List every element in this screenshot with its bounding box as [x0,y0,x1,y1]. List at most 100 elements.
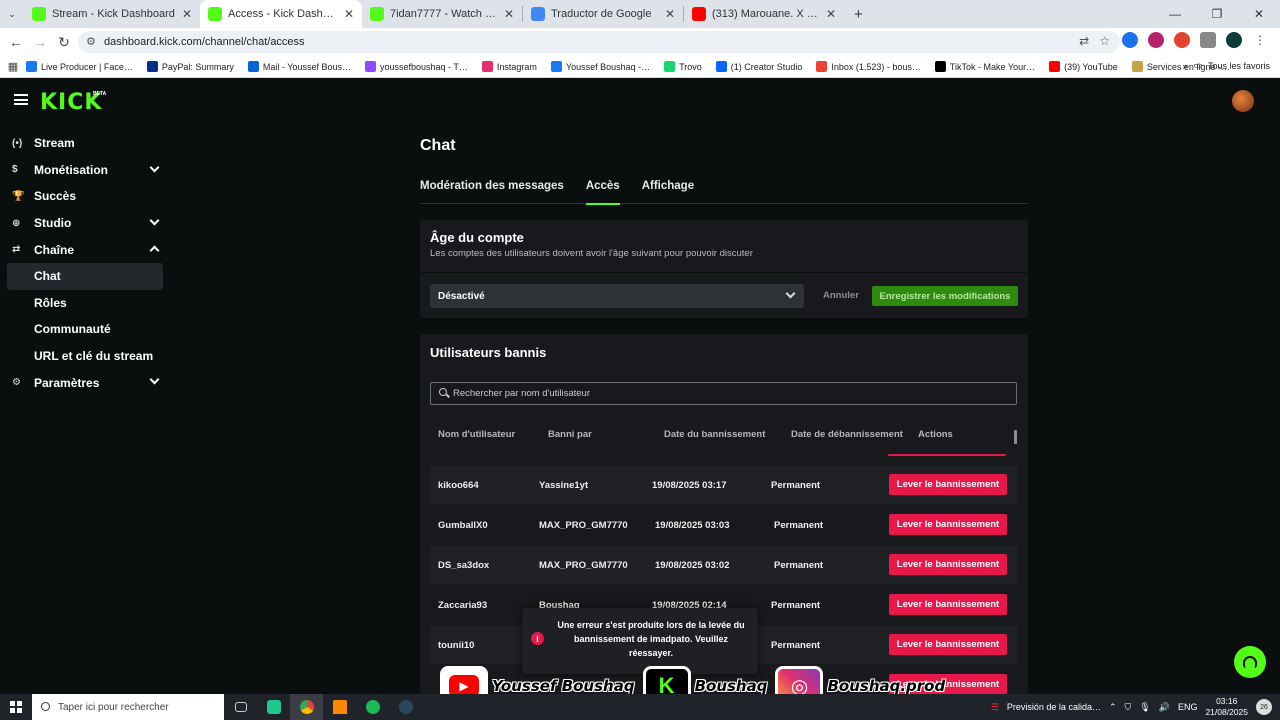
tab-display[interactable]: Affichage [642,180,694,204]
cell-user: Zaccaria93 [438,600,488,611]
unban-button[interactable]: Lever le bannissement [889,594,1007,615]
chevron-up-icon[interactable] [149,245,160,256]
bookmark-item[interactable]: Inbox (1,523) - bous… [816,61,921,72]
back-button[interactable]: ← [4,34,28,50]
sidebar-item-url-et-clé-du-stream[interactable]: URL et clé du stream [0,343,170,370]
sidebar-item-chaîne[interactable]: ⇄ Chaîne [0,236,170,263]
taskbar-search[interactable]: Taper ici pour rechercher [32,694,224,720]
browser-tab[interactable]: Traductor de Google ✕ [523,0,683,28]
forward-button[interactable]: → [28,34,52,50]
minimize-button[interactable]: — [1154,0,1196,28]
close-tab-icon[interactable]: ✕ [826,7,836,21]
apps-grid-icon[interactable]: ▦ [0,60,26,73]
all-bookmarks-link[interactable]: Tous les favoris [1208,61,1270,71]
clock[interactable]: 03:16 21/08/2025 [1205,696,1248,718]
browser-tab[interactable]: 7idan7777 - Watch clips on Kick ✕ [362,0,522,28]
more-bookmarks-icon[interactable]: » [1182,61,1187,71]
bookmark-item[interactable]: PayPal: Summary [146,61,234,72]
menu-dots-icon[interactable]: ⋮ [1252,32,1268,48]
gear-icon: ⚙ [12,377,21,389]
browser-tab[interactable]: Access - Kick Dashboard ✕ [200,0,362,28]
sidebar-item-monétisation[interactable]: $ Monétisation [0,157,170,184]
steam-icon[interactable] [389,694,422,720]
spotify-icon[interactable] [356,694,389,720]
cancel-button[interactable]: Annuler [823,290,859,301]
new-tab-button[interactable]: + [844,0,873,28]
account-age-select[interactable]: Désactivé [430,284,804,308]
unban-button[interactable]: Lever le bannissement [889,514,1007,535]
bookmark-item[interactable]: (1) Creator Studio [715,61,802,72]
sidebar-item-stream[interactable]: (•) Stream [0,130,170,157]
bookmark-item[interactable]: Trovo [664,61,702,72]
cell-unban: Permanent [771,480,821,491]
reload-button[interactable]: ↻ [52,34,76,51]
tab-access[interactable]: Accès [585,180,620,205]
bookmark-item[interactable]: TikTok - Make Your… [934,61,1035,72]
puzzle-icon[interactable] [1200,32,1216,48]
sidebar-item-succès[interactable]: 🏆 Succès [0,183,170,210]
sidebar-item-communauté[interactable]: Communauté [0,316,170,343]
chrome-icon[interactable] [290,694,323,720]
tab-moderation[interactable]: Modération des messages [420,180,564,204]
weather-text[interactable]: Previsión de la calida… [1007,702,1101,712]
chevron-down-icon[interactable] [149,162,160,173]
task-view-icon[interactable] [224,694,257,720]
partial-row-button [888,454,1006,456]
scrollbar[interactable] [1014,430,1017,444]
bookmark-star-icon[interactable]: ☆ [1099,34,1110,48]
browser-tab[interactable]: Stream - Kick Dashboard ✕ [24,0,200,28]
close-tab-icon[interactable]: ✕ [665,7,675,21]
app-icon[interactable] [257,694,290,720]
extension-icon[interactable] [1122,32,1138,48]
bookmark-item[interactable]: (39) YouTube [1049,61,1118,72]
language-indicator[interactable]: ENG [1178,702,1198,712]
security-icon[interactable]: ⛉ [1125,702,1132,713]
tray-chevron-icon[interactable]: ⌃ [1109,702,1117,713]
address-bar[interactable]: ⚙ dashboard.kick.com/channel/chat/access… [78,31,1120,53]
shield-extension-icon[interactable] [1148,32,1164,48]
chevron-down-icon[interactable] [149,215,160,226]
sidebar-item-rôles[interactable]: Rôles [0,290,170,317]
menu-hamburger-icon[interactable] [14,94,28,105]
unban-button[interactable]: Lever le bannissement [889,554,1007,575]
select-value: Désactivé [438,290,485,302]
bookmark-item[interactable]: youssefboushaq - T… [364,61,468,72]
notification-badge[interactable]: 26 [1256,699,1272,715]
bookmark-item[interactable]: Instagram [481,61,537,72]
unban-button[interactable]: Lever le bannissement [889,474,1007,495]
bookmark-item[interactable]: Youssef Boushaq -… [550,61,650,72]
user-avatar[interactable] [1232,90,1254,112]
translate-icon[interactable]: ⇄ [1079,34,1089,48]
close-window-button[interactable]: ✕ [1238,0,1280,28]
vlc-icon[interactable] [323,694,356,720]
channel-icon: ⇄ [12,244,21,256]
sidebar-item-paramètres[interactable]: ⚙ Paramètres [0,369,170,396]
sidebar-item-label: Rôles [34,295,67,310]
microphone-icon[interactable]: 🎙 [1139,702,1150,713]
browser-tab[interactable]: (313) Marouane. X Demon _ W… ✕ [684,0,844,28]
support-headset-button[interactable] [1234,646,1266,678]
bookmark-item[interactable]: Live Producer | Face… [26,61,133,72]
tab-search-button[interactable]: ⌄ [0,0,24,28]
search-input[interactable]: Rechercher par nom d'utilisateur [430,382,1017,405]
sidebar-item-chat[interactable]: Chat [7,262,163,290]
profile-avatar[interactable] [1226,32,1242,48]
close-tab-icon[interactable]: ✕ [182,7,192,21]
start-button[interactable] [0,701,32,713]
kick-icon [370,7,384,21]
save-button[interactable]: Enregistrer les modifications [872,286,1018,306]
extension-icon[interactable] [1174,32,1190,48]
bookmark-favicon-icon [934,61,946,72]
restore-button[interactable]: ❐ [1196,0,1238,28]
volume-icon[interactable]: 🔊 [1159,702,1170,713]
site-info-icon[interactable]: ⚙ [86,35,96,48]
close-tab-icon[interactable]: ✕ [344,7,354,21]
bookmark-item[interactable]: Mail - Youssef Bous… [247,61,351,72]
unban-button[interactable]: Lever le bannissement [889,634,1007,655]
account-age-title: Âge du compte [430,230,524,245]
sidebar-item-studio[interactable]: ⊕ Studio [0,210,170,237]
bookmark-label: PayPal: Summary [161,61,234,72]
search-placeholder: Rechercher par nom d'utilisateur [453,388,590,399]
chevron-down-icon[interactable] [149,374,160,385]
close-tab-icon[interactable]: ✕ [504,7,514,21]
